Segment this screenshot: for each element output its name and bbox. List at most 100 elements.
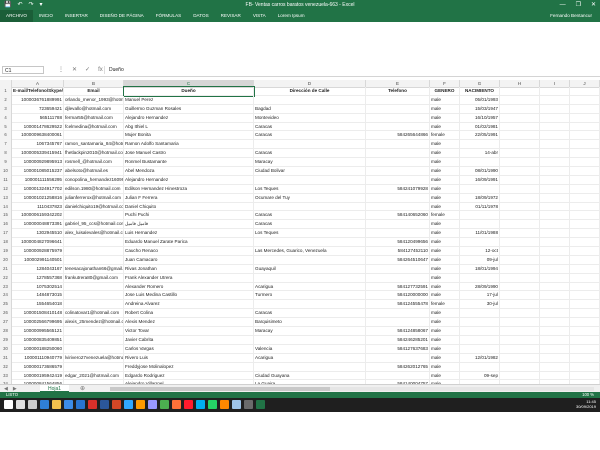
cell[interactable]	[570, 220, 600, 230]
cell[interactable]: Alejandro Hernandez	[124, 113, 254, 123]
cell[interactable]: ramon_santamaria_84@hotmail.com	[64, 140, 124, 150]
cell[interactable]: 17-jul	[460, 291, 500, 301]
cell[interactable]: Caracas	[254, 149, 366, 159]
cell[interactable]: 100000048873391	[12, 220, 64, 230]
enter-icon[interactable]: ✓	[85, 65, 90, 75]
cell[interactable]	[500, 282, 540, 292]
cell[interactable]	[500, 131, 540, 141]
row-number[interactable]: 7	[0, 140, 12, 150]
cell[interactable]: male	[430, 104, 460, 114]
cell[interactable]: Daniel Chiquito	[124, 202, 254, 212]
cell[interactable]	[540, 122, 570, 132]
cell[interactable]	[570, 309, 600, 319]
cancel-icon[interactable]: ✕	[72, 65, 77, 75]
cell[interactable]: 08/01/1990	[460, 167, 500, 176]
cell[interactable]: 100000173686579	[12, 362, 64, 372]
cell[interactable]	[570, 362, 600, 372]
cell[interactable]: Valencia	[254, 344, 366, 354]
cell[interactable]: male	[430, 353, 460, 363]
cell[interactable]: Abg Ithiel L	[124, 122, 254, 132]
spreadsheet-grid[interactable]: ABCDEFGHIJ 1E-mail/Telefono/Skype/UIDEma…	[0, 80, 600, 384]
ribbon-tab[interactable]: ARCHIVO	[0, 10, 33, 22]
cell[interactable]: male	[430, 238, 460, 248]
cell[interactable]	[500, 327, 540, 336]
cell[interactable]: 584124858067	[366, 327, 430, 336]
cell[interactable]: fermar55@hotmail.com	[64, 113, 124, 123]
cell[interactable]: Montevideo	[254, 113, 366, 123]
cell[interactable]	[540, 335, 570, 345]
horizontal-scrollbar[interactable]	[110, 387, 594, 391]
cell[interactable]	[570, 113, 600, 123]
cell[interactable]	[540, 327, 570, 336]
ribbon-tab[interactable]: REVISAR	[215, 10, 247, 22]
cell[interactable]	[570, 255, 600, 265]
cell[interactable]	[540, 220, 570, 230]
cell[interactable]	[64, 362, 124, 372]
cell[interactable]	[570, 344, 600, 354]
cell[interactable]	[500, 202, 540, 212]
cell[interactable]: male	[430, 318, 460, 328]
cell[interactable]	[540, 282, 570, 292]
row-number[interactable]: 21	[0, 264, 12, 274]
edge-icon[interactable]	[40, 400, 49, 409]
cell[interactable]: Los Teques	[254, 184, 366, 194]
cell[interactable]: 22/05/1991	[460, 131, 500, 141]
cell[interactable]: Jose Luis Medina Castillo	[124, 291, 254, 301]
cell[interactable]: 584262012765	[366, 362, 430, 372]
row-number[interactable]: 29	[0, 335, 12, 345]
cell[interactable]	[540, 175, 570, 185]
column-header[interactable]: J	[570, 80, 600, 87]
cell[interactable]: male	[430, 158, 460, 168]
cell[interactable]: 100001110940779	[12, 353, 64, 363]
cell[interactable]	[500, 113, 540, 123]
cell[interactable]: frankutrera80@gmail.com	[64, 273, 124, 283]
search-icon[interactable]	[16, 400, 25, 409]
more-icon[interactable]: ⋮	[58, 65, 64, 75]
row-number[interactable]: 18	[0, 238, 12, 248]
cell[interactable]	[570, 149, 600, 159]
row-number[interactable]: 8	[0, 149, 12, 159]
cell[interactable]	[254, 273, 366, 283]
row-number[interactable]: 1	[0, 87, 12, 96]
cell[interactable]	[366, 158, 430, 168]
cell[interactable]: male	[430, 220, 460, 230]
cell[interactable]	[540, 247, 570, 256]
cell[interactable]: E-mail/Telefono/Skype/UID	[12, 87, 64, 96]
cell[interactable]	[570, 335, 600, 345]
cell[interactable]: Barquisimeto	[254, 318, 366, 328]
premiere-icon[interactable]	[148, 400, 157, 409]
cell[interactable]: male	[430, 327, 460, 336]
cell[interactable]	[500, 344, 540, 354]
cell[interactable]	[500, 353, 540, 363]
cell[interactable]: Eduardo Manuel Zarate Parica	[124, 238, 254, 248]
word-icon[interactable]	[100, 400, 109, 409]
vlc-icon[interactable]	[220, 400, 229, 409]
cell[interactable]: male	[430, 202, 460, 212]
cell[interactable]: Guayaquil	[254, 264, 366, 274]
cell[interactable]	[254, 175, 366, 185]
cell[interactable]: Caucho Renaco	[124, 247, 254, 256]
cell[interactable]	[540, 300, 570, 310]
cell[interactable]: Ciudad Bolivar	[254, 167, 366, 176]
cell[interactable]: female	[430, 300, 460, 310]
cell[interactable]: 1110437823	[12, 202, 64, 212]
cell[interactable]	[570, 282, 600, 292]
cell[interactable]: Ronmel Bustamante	[124, 158, 254, 168]
cell[interactable]: Alejandro Hernandez	[124, 175, 254, 185]
cell[interactable]: male	[430, 362, 460, 372]
cell[interactable]	[540, 362, 570, 372]
cell[interactable]	[500, 87, 540, 96]
cell[interactable]: alex_luisalevales@hotmail.com	[64, 229, 124, 239]
cell[interactable]	[366, 122, 430, 132]
cell[interactable]: male	[430, 167, 460, 176]
row-number[interactable]: 6	[0, 131, 12, 141]
cell[interactable]	[500, 371, 540, 381]
cell[interactable]	[254, 202, 366, 212]
cell[interactable]	[366, 220, 430, 230]
formula-input[interactable]: Dueño	[104, 66, 596, 74]
cell[interactable]: Alexis Mendez	[124, 318, 254, 328]
cell[interactable]: 1000009638400061	[12, 131, 64, 141]
cell[interactable]	[570, 95, 600, 105]
powerpoint-icon[interactable]	[112, 400, 121, 409]
cell[interactable]: 12/01/1982	[460, 353, 500, 363]
